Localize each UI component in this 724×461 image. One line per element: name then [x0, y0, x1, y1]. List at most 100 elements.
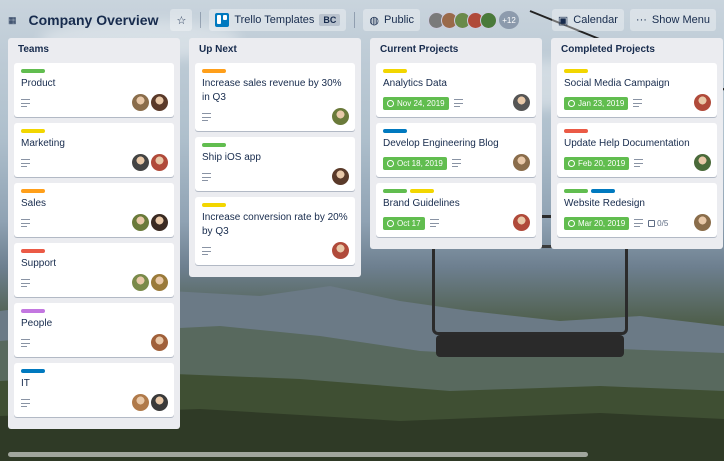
card-label[interactable]: [21, 189, 45, 193]
card-badges: Jan 23, 2019: [564, 95, 710, 111]
avatar[interactable]: [132, 94, 149, 111]
card-title: People: [21, 318, 53, 329]
card-label[interactable]: [383, 69, 407, 73]
card[interactable]: People: [14, 303, 174, 357]
visibility-button[interactable]: ◍ Public: [363, 9, 420, 31]
card[interactable]: Website Redesign Mar 20, 2019 0/5: [557, 183, 717, 237]
board-header: ▦ Company Overview ☆ Trello Templates BC…: [0, 0, 724, 40]
card-label[interactable]: [202, 69, 226, 73]
card-label[interactable]: [202, 203, 226, 207]
card[interactable]: Marketing: [14, 123, 174, 177]
card[interactable]: Analytics Data Nov 24, 2019: [376, 63, 536, 117]
card-members: [132, 154, 168, 171]
card-label[interactable]: [591, 189, 615, 193]
due-date-badge[interactable]: Mar 20, 2019: [564, 216, 630, 230]
card-label[interactable]: [383, 129, 407, 133]
card-badges: [202, 243, 348, 259]
card[interactable]: Brand Guidelines Oct 17: [376, 183, 536, 237]
avatar[interactable]: [694, 154, 711, 171]
avatar[interactable]: [332, 242, 349, 259]
avatar[interactable]: [513, 214, 530, 231]
card-badges: Oct 18, 2019: [383, 155, 529, 171]
avatar[interactable]: [151, 334, 168, 351]
avatar[interactable]: [151, 154, 168, 171]
card-badges: Oct 17: [383, 215, 529, 231]
card-label[interactable]: [564, 129, 588, 133]
card-labels: [383, 129, 529, 133]
avatar[interactable]: [151, 214, 168, 231]
avatar[interactable]: [694, 94, 711, 111]
card-label[interactable]: [21, 249, 45, 253]
card-badges: [202, 169, 348, 185]
ellipsis-icon: ···: [635, 14, 647, 26]
show-menu-button[interactable]: ··· Show Menu: [629, 9, 716, 31]
avatar[interactable]: [694, 214, 711, 231]
globe-icon: ◍: [369, 14, 380, 27]
card-label[interactable]: [21, 309, 45, 313]
card[interactable]: IT: [14, 363, 174, 417]
card[interactable]: Social Media Campaign Jan 23, 2019: [557, 63, 717, 117]
due-date-badge[interactable]: Nov 24, 2019: [383, 96, 449, 110]
card-labels: [564, 129, 710, 133]
card-members: [332, 242, 349, 259]
card-label[interactable]: [21, 69, 45, 73]
card[interactable]: Support: [14, 243, 174, 297]
card-label[interactable]: [21, 369, 45, 373]
board-grid-icon[interactable]: ▦: [8, 15, 17, 26]
avatar[interactable]: [513, 94, 530, 111]
card[interactable]: Develop Engineering Blog Oct 18, 2019: [376, 123, 536, 177]
member-overflow-badge[interactable]: +12: [499, 11, 519, 29]
avatar[interactable]: [332, 108, 349, 125]
list-title[interactable]: Current Projects: [376, 38, 536, 63]
board-title[interactable]: Company Overview: [25, 12, 163, 28]
card[interactable]: Product: [14, 63, 174, 117]
due-date-badge[interactable]: Oct 18, 2019: [383, 156, 447, 170]
description-icon: [429, 219, 439, 227]
due-date-badge[interactable]: Oct 17: [383, 216, 425, 230]
card-title: Sales: [21, 198, 47, 209]
card-label[interactable]: [383, 189, 407, 193]
calendar-label: Calendar: [573, 14, 618, 26]
list-title[interactable]: Up Next: [195, 38, 355, 63]
card-labels: [21, 249, 167, 253]
due-date-text: Mar 20, 2019: [578, 218, 626, 228]
card[interactable]: Ship iOS app: [195, 137, 355, 191]
card[interactable]: Update Help Documentation Feb 20, 2019: [557, 123, 717, 177]
star-button[interactable]: ☆: [170, 9, 193, 31]
avatar[interactable]: [480, 11, 497, 29]
card-labels: [383, 189, 529, 193]
calendar-button[interactable]: ▣ Calendar: [551, 9, 624, 31]
card[interactable]: Increase sales revenue by 30% in Q3: [195, 63, 355, 131]
avatar[interactable]: [151, 274, 168, 291]
card-label[interactable]: [202, 143, 226, 147]
description-icon: [21, 339, 30, 347]
horizontal-scrollbar[interactable]: [8, 452, 588, 457]
avatar[interactable]: [332, 168, 349, 185]
avatar[interactable]: [151, 94, 168, 111]
description-icon: [451, 159, 461, 167]
avatar[interactable]: [132, 274, 149, 291]
card[interactable]: Sales: [14, 183, 174, 237]
avatar[interactable]: [132, 154, 149, 171]
list-title[interactable]: Teams: [14, 38, 174, 63]
avatar[interactable]: [513, 154, 530, 171]
card[interactable]: Increase conversion rate by 20% by Q3: [195, 197, 355, 265]
due-date-badge[interactable]: Jan 23, 2019: [564, 96, 629, 110]
card-title: Analytics Data: [383, 78, 447, 89]
card-label[interactable]: [564, 189, 588, 193]
workspace-button[interactable]: Trello Templates BC: [209, 9, 347, 31]
avatar[interactable]: [151, 394, 168, 411]
workspace-tag: BC: [319, 14, 341, 26]
due-date-badge[interactable]: Feb 20, 2019: [564, 156, 630, 170]
due-date-text: Nov 24, 2019: [397, 98, 445, 108]
list-title[interactable]: Completed Projects: [557, 38, 717, 63]
card-members: [332, 108, 349, 125]
card-label[interactable]: [564, 69, 588, 73]
avatar[interactable]: [132, 214, 149, 231]
avatar[interactable]: [132, 394, 149, 411]
card-labels: [21, 189, 167, 193]
card-label[interactable]: [410, 189, 434, 193]
card-badges: Mar 20, 2019 0/5: [564, 215, 710, 231]
card-label[interactable]: [21, 129, 45, 133]
board-members[interactable]: +12: [428, 11, 519, 29]
